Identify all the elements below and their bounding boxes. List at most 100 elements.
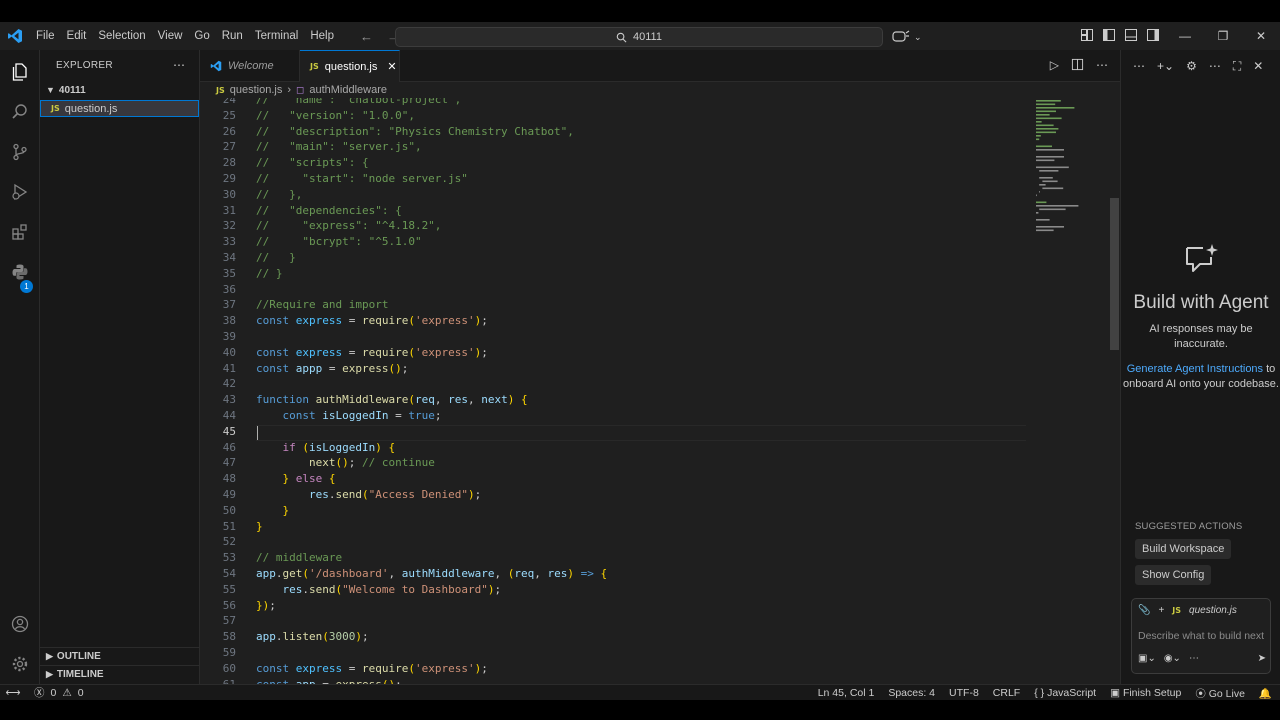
source-control-icon[interactable]	[8, 140, 32, 164]
tab-welcome[interactable]: Welcome	[200, 50, 300, 82]
notifications-bell-icon[interactable]: 🔔	[1259, 687, 1272, 700]
timeline-section[interactable]: ▶ TIMELINE	[40, 665, 199, 683]
more-actions-icon[interactable]: ⋯	[1133, 59, 1145, 73]
code-line[interactable]: 47 next(); // continue	[200, 456, 1030, 472]
menu-view[interactable]: View	[152, 22, 189, 50]
minimap[interactable]	[1034, 98, 1104, 248]
code-line[interactable]: 49 res.send("Access Denied");	[200, 488, 1030, 504]
code-line[interactable]: 34 // }	[200, 251, 1030, 267]
code-line[interactable]: 42	[200, 377, 1030, 393]
show-config-button[interactable]: Show Config	[1135, 565, 1212, 585]
build-workspace-button[interactable]: Build Workspace	[1135, 539, 1232, 559]
code-line[interactable]: 27 // "main": "server.js",	[200, 140, 1030, 156]
code-line[interactable]: 25 // "version": "1.0.0",	[200, 109, 1030, 125]
code-line[interactable]: 38 const express = require('express');	[200, 314, 1030, 330]
attach-icon[interactable]: 📎	[1138, 605, 1150, 616]
menu-selection[interactable]: Selection	[92, 22, 151, 50]
code-line[interactable]: 40 const express = require('express');	[200, 346, 1030, 362]
code-line[interactable]: 57	[200, 614, 1030, 630]
generate-instructions-link[interactable]: Generate Agent Instructions	[1127, 363, 1263, 375]
tab-question-js[interactable]: JS question.js ✕	[300, 50, 400, 82]
workspace-folder[interactable]: ▼ 40111	[40, 82, 199, 98]
search-view-icon[interactable]	[8, 100, 32, 124]
run-file-icon[interactable]: ▷	[1050, 58, 1059, 72]
remote-indicator-icon[interactable]: ⟷	[0, 685, 26, 701]
code-line[interactable]: 35 // }	[200, 267, 1030, 283]
code-line[interactable]: 31 // "dependencies": {	[200, 204, 1030, 220]
more-actions-icon[interactable]: ⋯	[173, 58, 185, 72]
code-line[interactable]: 37 //Require and import	[200, 298, 1030, 314]
menu-go[interactable]: Go	[188, 22, 215, 50]
editor-scrollbar-track[interactable]	[1108, 98, 1120, 684]
cursor-position[interactable]: Ln 45, Col 1	[818, 687, 875, 699]
code-line[interactable]: 53 // middleware	[200, 551, 1030, 567]
minimize-icon[interactable]: —	[1166, 22, 1204, 50]
split-editor-icon[interactable]	[1071, 58, 1084, 71]
code-line[interactable]: 56});	[200, 599, 1030, 615]
finish-setup[interactable]: ▣ Finish Setup	[1110, 687, 1181, 699]
menu-edit[interactable]: Edit	[61, 22, 93, 50]
menu-run[interactable]: Run	[216, 22, 249, 50]
toggle-panel-icon[interactable]	[1124, 28, 1138, 42]
breadcrumb-file[interactable]: question.js	[230, 84, 283, 96]
copilot-menu-button[interactable]: ⌄	[892, 27, 932, 47]
code-line[interactable]: 46 if (isLoggedIn) {	[200, 441, 1030, 457]
code-line[interactable]: 24 // "name": "chatbot-project",	[200, 98, 1030, 109]
context-file-chip[interactable]: question.js	[1189, 605, 1237, 616]
add-context-icon[interactable]: +	[1158, 605, 1164, 616]
end-of-line[interactable]: CRLF	[993, 687, 1020, 699]
agent-mode-icon[interactable]: ▣⌄	[1138, 653, 1156, 664]
accounts-icon[interactable]	[8, 612, 32, 636]
code-line[interactable]: 44 const isLoggedIn = true;	[200, 409, 1030, 425]
code-line[interactable]: 26 // "description": "Physics Chemistry C…	[200, 125, 1030, 141]
code-line[interactable]: 60 const express = require('express');	[200, 662, 1030, 678]
code-line[interactable]: 54 app.get('/dashboard', authMiddleware, …	[200, 567, 1030, 583]
code-line[interactable]: 59	[200, 646, 1030, 662]
editor-scrollbar-thumb[interactable]	[1110, 198, 1119, 350]
encoding[interactable]: UTF-8	[949, 687, 979, 699]
code-line[interactable]: 52	[200, 535, 1030, 551]
customize-layout-icon[interactable]	[1080, 28, 1094, 42]
more-actions-icon[interactable]: ⋯	[1189, 653, 1199, 664]
problems-indicator[interactable]: Ⓧ 0 ⚠ 0	[34, 685, 84, 700]
indentation[interactable]: Spaces: 4	[888, 687, 935, 699]
toggle-secondary-sidebar-icon[interactable]	[1146, 28, 1160, 42]
code-line[interactable]: 43 function authMiddleware(req, res, next…	[200, 393, 1030, 409]
menu-file[interactable]: File	[30, 22, 61, 50]
code-line[interactable]: 28 // "scripts": {	[200, 156, 1030, 172]
maximize-icon[interactable]: ⛶	[1233, 59, 1241, 74]
code-line[interactable]: 32 // "express": "^4.18.2",	[200, 219, 1030, 235]
code-line[interactable]: 29 // "start": "node server.js"	[200, 172, 1030, 188]
code-line[interactable]: 45	[200, 424, 1030, 441]
code-line[interactable]: 33 // "bcrypt": "^5.1.0"	[200, 235, 1030, 251]
outline-section[interactable]: ▶ OUTLINE	[40, 647, 199, 665]
python-icon[interactable]	[8, 260, 32, 284]
extensions-icon[interactable]	[8, 220, 32, 244]
back-arrow-icon[interactable]: ←	[360, 29, 373, 44]
send-icon[interactable]: ➤	[1258, 653, 1266, 664]
run-debug-icon[interactable]	[8, 180, 32, 204]
code-line[interactable]: 48 } else {	[200, 472, 1030, 488]
code-line[interactable]: 41 const appp = express();	[200, 362, 1030, 378]
close-window-icon[interactable]: ✕	[1242, 22, 1280, 50]
chat-input-field[interactable]: Describe what to build next	[1138, 630, 1268, 642]
code-line[interactable]: 36	[200, 283, 1030, 299]
menu-terminal[interactable]: Terminal	[249, 22, 304, 50]
code-line[interactable]: 39	[200, 330, 1030, 346]
explorer-icon[interactable]	[8, 60, 32, 84]
breadcrumb-symbol[interactable]: authMiddleware	[309, 84, 387, 96]
code-line[interactable]: 58 app.listen(3000);	[200, 630, 1030, 646]
code-line[interactable]: 51}	[200, 520, 1030, 536]
toggle-primary-sidebar-icon[interactable]	[1102, 28, 1116, 42]
code-line[interactable]: 55 res.send("Welcome to Dashboard");	[200, 583, 1030, 599]
settings-gear-icon[interactable]	[8, 652, 32, 676]
code-editor[interactable]: 24 // "name": "chatbot-project", 25 // "ver…	[200, 98, 1030, 684]
code-line[interactable]: 30 // },	[200, 188, 1030, 204]
model-picker-icon[interactable]: ◉⌄	[1164, 653, 1181, 664]
file-item-question-js[interactable]: JS question.js	[40, 100, 199, 117]
go-live[interactable]: ⦿ Go Live	[1195, 686, 1245, 701]
gear-icon[interactable]: ⚙	[1186, 59, 1197, 73]
code-line[interactable]: 50 }	[200, 504, 1030, 520]
close-tab-icon[interactable]: ✕	[387, 60, 396, 73]
command-center-search[interactable]: 40111	[395, 27, 883, 47]
